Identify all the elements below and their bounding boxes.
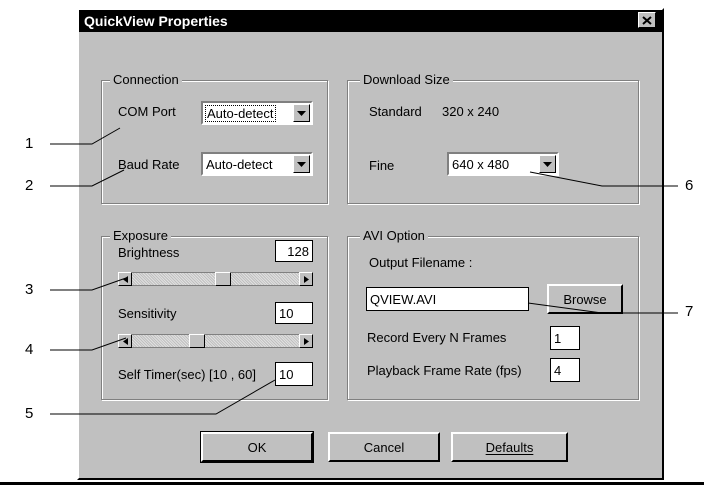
callout-4: 4 (25, 341, 34, 358)
callout-2: 2 (25, 177, 34, 194)
callout-line-1 (50, 127, 121, 145)
callout-line-6 (529, 171, 678, 187)
callout-5: 5 (25, 405, 34, 422)
callout-6: 6 (685, 177, 694, 194)
bottom-rule (0, 482, 704, 485)
callout-lines (50, 127, 678, 415)
callout-line-7 (527, 302, 678, 314)
callout-1: 1 (25, 135, 34, 152)
callout-7: 7 (685, 303, 694, 320)
callout-line-4 (50, 337, 127, 351)
callout-line-2 (50, 169, 125, 187)
callout-line-5 (50, 379, 276, 415)
callout-3: 3 (25, 281, 34, 298)
callout-line-3 (50, 277, 127, 291)
